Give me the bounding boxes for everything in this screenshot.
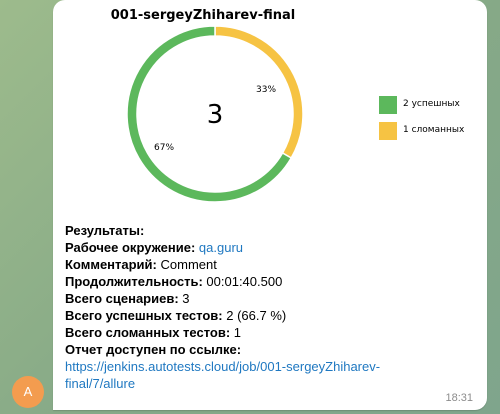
- scenarios-row: Всего сценариев: 3: [65, 291, 190, 306]
- broken-row: Всего сломанных тестов: 1: [65, 325, 242, 340]
- results-info: Результаты: Рабочее окружение: qa.guru К…: [65, 222, 475, 392]
- report-link[interactable]: https://jenkins.autotests.cloud/job/001-…: [65, 359, 380, 391]
- sender-avatar[interactable]: A: [12, 376, 44, 408]
- chart-center-value: 3: [206, 100, 224, 130]
- duration-row: Продолжительность: 00:01:40.500: [65, 274, 283, 289]
- legend-swatch-broken: [379, 122, 397, 140]
- report-link-row: https://jenkins.autotests.cloud/job/001-…: [65, 358, 405, 392]
- pie-chart: 001-sergeyZhiharev-final 3 33% 67% 2 усп…: [53, 0, 487, 214]
- report-label-row: Отчет доступен по ссылке:: [65, 342, 242, 357]
- legend-label-passed: 2 успешных: [403, 99, 460, 109]
- env-row: Рабочее окружение: qa.guru: [65, 240, 243, 255]
- results-heading: Результаты:: [65, 223, 145, 238]
- slice-label-broken: 33%: [256, 85, 277, 95]
- message-bubble: 001-sergeyZhiharev-final 3 33% 67% 2 усп…: [53, 0, 487, 410]
- message-time: 18:31: [445, 392, 473, 404]
- legend-swatch-passed: [379, 96, 397, 114]
- legend-label-broken: 1 сломанных: [403, 125, 465, 135]
- slice-label-passed: 67%: [154, 143, 175, 153]
- env-link[interactable]: qa.guru: [199, 240, 243, 255]
- comment-row: Комментарий: Comment: [65, 257, 217, 272]
- passed-row: Всего успешных тестов: 2 (66.7 %): [65, 308, 287, 323]
